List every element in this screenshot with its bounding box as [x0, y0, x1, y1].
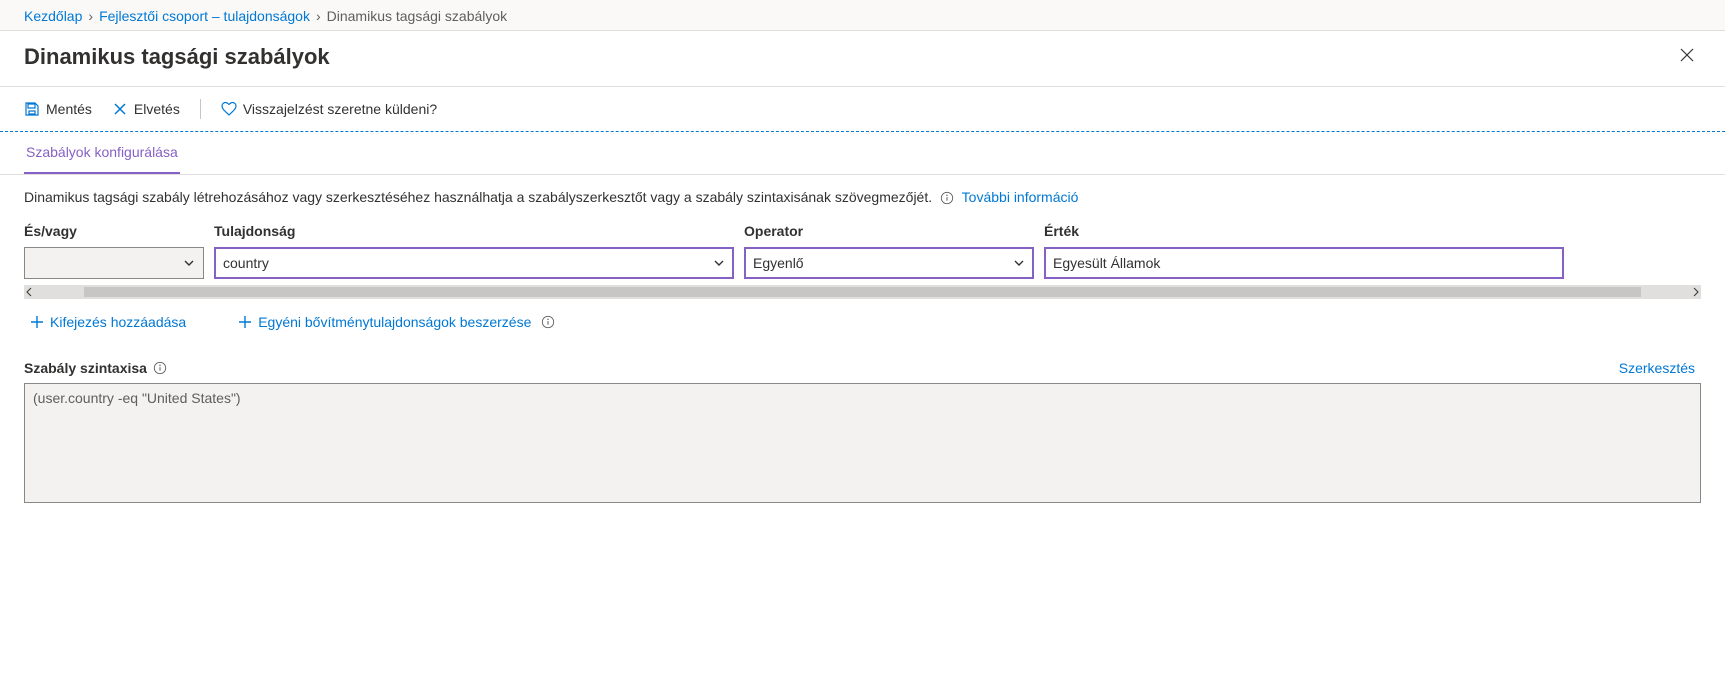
breadcrumb-group[interactable]: Fejlesztői csoport – tulajdonságok: [99, 8, 310, 24]
value-input[interactable]: Egyesült Államok: [1044, 247, 1564, 279]
info-icon[interactable]: [153, 361, 167, 375]
breadcrumb-home[interactable]: Kezdőlap: [24, 8, 82, 24]
toolbar: Mentés Elvetés Visszajelzést szeretne kü…: [0, 87, 1725, 132]
breadcrumb: Kezdőlap › Fejlesztői csoport – tulajdon…: [0, 0, 1725, 31]
save-button[interactable]: Mentés: [24, 97, 92, 121]
more-info-link[interactable]: További információ: [962, 189, 1079, 205]
plus-icon: [30, 315, 44, 329]
syntax-label: Szabály szintaxisa: [24, 360, 167, 376]
col-property: Tulajdonság: [214, 223, 734, 239]
add-expression-button[interactable]: Kifejezés hozzáadása: [24, 313, 192, 331]
value-text: Egyesült Államok: [1053, 255, 1160, 271]
link-row: Kifejezés hozzáadása Egyéni bővítménytul…: [24, 313, 1701, 331]
chevron-down-icon: [1013, 257, 1025, 269]
content: Dinamikus tagsági szabály létrehozásához…: [0, 175, 1725, 517]
property-value: country: [223, 255, 269, 271]
breadcrumb-sep: ›: [88, 8, 93, 24]
save-icon: [24, 101, 40, 117]
andor-dropdown[interactable]: [24, 247, 204, 279]
operator-value: Egyenlő: [753, 255, 804, 271]
rule-headers: És/vagy Tulajdonság Operator Érték: [24, 223, 1701, 239]
feedback-label: Visszajelzést szeretne küldeni?: [243, 101, 437, 117]
tabs: Szabályok konfigurálása: [0, 132, 1725, 175]
info-icon: [541, 315, 555, 329]
heart-icon: [221, 101, 237, 117]
add-expression-label: Kifejezés hozzáadása: [50, 314, 186, 330]
help-text: Dinamikus tagsági szabály létrehozásához…: [24, 189, 1701, 205]
page-title: Dinamikus tagsági szabályok: [24, 44, 330, 70]
discard-label: Elvetés: [134, 101, 180, 117]
syntax-textarea[interactable]: (user.country -eq "United States"): [24, 383, 1701, 503]
plus-icon: [238, 315, 252, 329]
property-dropdown[interactable]: country: [214, 247, 734, 279]
close-icon: [1679, 47, 1695, 63]
chevron-down-icon: [713, 257, 725, 269]
operator-dropdown[interactable]: Egyenlő: [744, 247, 1034, 279]
scroll-left-icon: [24, 287, 34, 297]
scrollbar-thumb[interactable]: [84, 287, 1641, 297]
syntax-header: Szabály szintaxisa Szerkesztés: [24, 359, 1701, 377]
edit-label: Szerkesztés: [1619, 360, 1695, 376]
col-value: Érték: [1044, 223, 1564, 239]
syntax-label-text: Szabály szintaxisa: [24, 360, 147, 376]
custom-extension-button[interactable]: Egyéni bővítménytulajdonságok beszerzése: [232, 313, 561, 331]
chevron-down-icon: [183, 257, 195, 269]
title-bar: Dinamikus tagsági szabályok: [0, 31, 1725, 87]
rule-row: country Egyenlő Egyesült Államok: [24, 247, 1701, 279]
custom-extension-label: Egyéni bővítménytulajdonságok beszerzése: [258, 314, 531, 330]
rule-grid: És/vagy Tulajdonság Operator Érték count…: [24, 223, 1701, 299]
scroll-right-icon: [1691, 287, 1701, 297]
horizontal-scrollbar[interactable]: [24, 285, 1701, 299]
col-andor: És/vagy: [24, 223, 204, 239]
info-icon[interactable]: [940, 191, 954, 205]
toolbar-separator: [200, 99, 201, 119]
feedback-button[interactable]: Visszajelzést szeretne küldeni?: [221, 97, 437, 121]
save-label: Mentés: [46, 101, 92, 117]
breadcrumb-current: Dinamikus tagsági szabályok: [327, 8, 508, 24]
discard-button[interactable]: Elvetés: [112, 97, 180, 121]
close-button[interactable]: [1673, 41, 1701, 72]
discard-icon: [112, 101, 128, 117]
breadcrumb-sep: ›: [316, 8, 321, 24]
tab-configure-rules[interactable]: Szabályok konfigurálása: [24, 132, 180, 174]
help-text-body: Dinamikus tagsági szabály létrehozásához…: [24, 189, 932, 205]
edit-syntax-button[interactable]: Szerkesztés: [1607, 359, 1701, 377]
col-operator: Operator: [744, 223, 1034, 239]
